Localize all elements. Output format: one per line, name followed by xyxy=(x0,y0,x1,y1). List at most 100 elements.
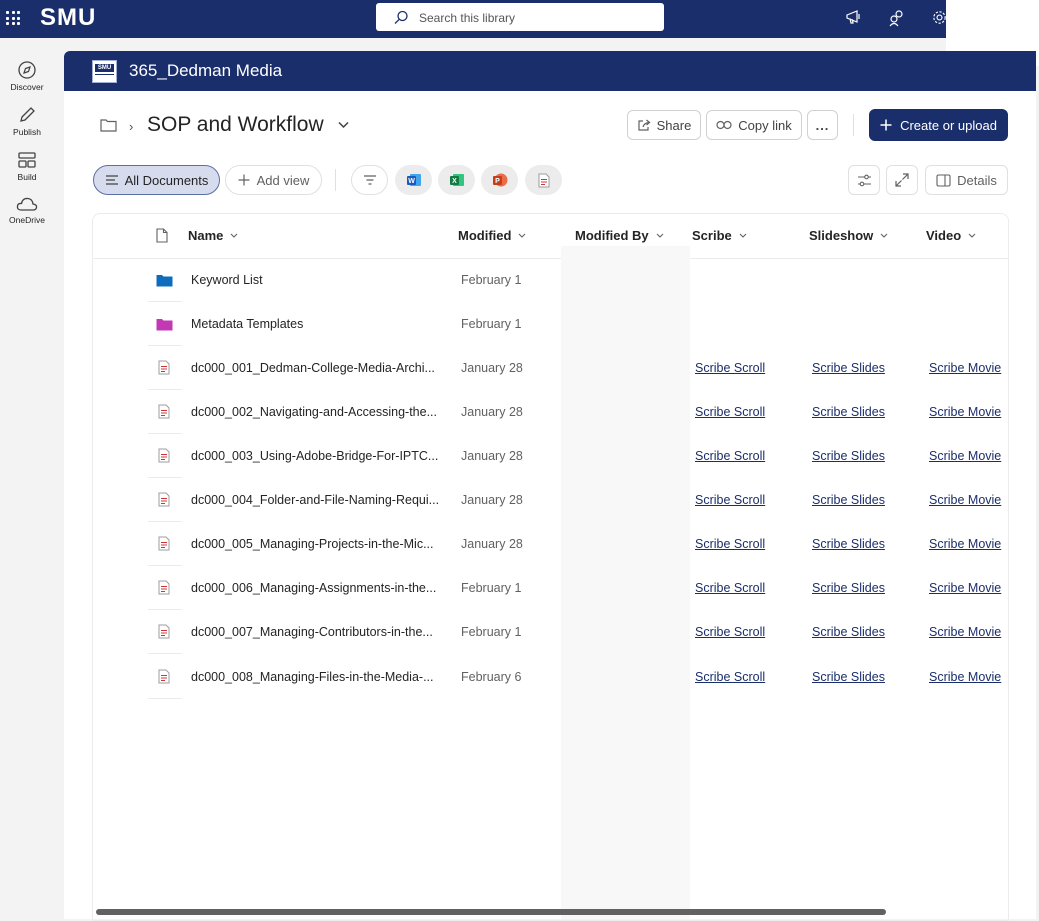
file-name[interactable]: Keyword List xyxy=(191,273,263,287)
copy-link-button[interactable]: Copy link xyxy=(706,110,802,140)
file-name[interactable]: dc000_007_Managing-Contributors-in-the..… xyxy=(191,625,433,639)
fullscreen-button[interactable] xyxy=(886,165,918,195)
rail-item-onedrive[interactable]: OneDrive xyxy=(0,195,54,225)
filter-button[interactable] xyxy=(351,165,388,195)
page-title[interactable]: SOP and Workflow xyxy=(147,113,324,137)
share-people-icon[interactable] xyxy=(888,9,906,27)
file-name[interactable]: dc000_001_Dedman-College-Media-Archi... xyxy=(191,361,435,375)
powerpoint-filter-chip[interactable]: P xyxy=(481,165,518,195)
row-divider xyxy=(148,698,182,699)
scribe-slides-link[interactable]: Scribe Slides xyxy=(812,405,885,419)
sliders-icon xyxy=(857,174,871,186)
file-type-icon[interactable] xyxy=(156,228,168,243)
more-actions-button[interactable]: ... xyxy=(807,110,838,140)
site-logo-text: SMU xyxy=(95,64,114,72)
scribe-slides-link[interactable]: Scribe Slides xyxy=(812,537,885,551)
site-title[interactable]: 365_Dedman Media xyxy=(129,61,282,81)
word-filter-chip[interactable]: W xyxy=(395,165,432,195)
share-button[interactable]: Share xyxy=(627,110,701,140)
scribe-slides-link[interactable]: Scribe Slides xyxy=(812,361,885,375)
scribe-scroll-link[interactable]: Scribe Scroll xyxy=(695,581,765,595)
file-name[interactable]: dc000_006_Managing-Assignments-in-the... xyxy=(191,581,436,595)
rail-item-discover[interactable]: Discover xyxy=(0,60,54,92)
layout-icon xyxy=(18,152,36,168)
app-bar: Discover Publish Build OneDrive xyxy=(0,38,54,919)
add-view-button[interactable]: Add view xyxy=(225,165,322,195)
view-all-documents[interactable]: All Documents xyxy=(93,165,220,195)
header-label: Slideshow xyxy=(809,228,874,243)
scribe-slides-link[interactable]: Scribe Slides xyxy=(812,670,885,684)
file-name[interactable]: dc000_008_Managing-Files-in-the-Media-..… xyxy=(191,670,434,684)
search-icon xyxy=(394,10,408,24)
pdf-icon xyxy=(158,536,170,551)
scribe-scroll-link[interactable]: Scribe Scroll xyxy=(695,625,765,639)
scribe-scroll-link[interactable]: Scribe Scroll xyxy=(695,405,765,419)
compass-icon xyxy=(18,61,36,79)
scribe-movie-link[interactable]: Scribe Movie xyxy=(929,537,1001,551)
scribe-slides-link[interactable]: Scribe Slides xyxy=(812,493,885,507)
details-pane-button[interactable]: Details xyxy=(925,165,1008,195)
file-name[interactable]: dc000_005_Managing-Projects-in-the-Mic..… xyxy=(191,537,434,551)
scribe-movie-link[interactable]: Scribe Movie xyxy=(929,361,1001,375)
app-launcher-icon[interactable] xyxy=(6,11,20,25)
search-box[interactable]: Search this library xyxy=(376,3,664,31)
share-icon xyxy=(638,119,651,131)
suite-header: SMU Search this library xyxy=(0,0,946,38)
list-icon xyxy=(105,175,118,185)
scribe-scroll-link[interactable]: Scribe Scroll xyxy=(695,361,765,375)
search-input[interactable]: Search this library xyxy=(419,11,515,25)
modified-date: February 1 xyxy=(461,317,522,331)
file-name[interactable]: dc000_002_Navigating-and-Accessing-the..… xyxy=(191,405,437,419)
column-header-scribe[interactable]: Scribe xyxy=(692,228,747,243)
scribe-movie-link[interactable]: Scribe Movie xyxy=(929,670,1001,684)
scribe-scroll-link[interactable]: Scribe Scroll xyxy=(695,449,765,463)
chevron-down-icon xyxy=(739,233,747,238)
file-name[interactable]: dc000_004_Folder-and-File-Naming-Requi..… xyxy=(191,493,439,507)
scribe-slides-link[interactable]: Scribe Slides xyxy=(812,625,885,639)
file-name[interactable]: Metadata Templates xyxy=(191,317,303,331)
scribe-movie-link[interactable]: Scribe Movie xyxy=(929,625,1001,639)
scribe-movie-link[interactable]: Scribe Movie xyxy=(929,581,1001,595)
horizontal-scrollbar[interactable] xyxy=(96,909,886,915)
add-view-label: Add view xyxy=(256,172,310,188)
megaphone-icon[interactable] xyxy=(845,9,863,25)
rail-item-publish[interactable]: Publish xyxy=(0,105,54,137)
scribe-scroll-link[interactable]: Scribe Scroll xyxy=(695,493,765,507)
share-label: Share xyxy=(656,117,692,133)
view-settings-button[interactable] xyxy=(848,165,880,195)
scribe-slides-link[interactable]: Scribe Slides xyxy=(812,449,885,463)
chevron-down-icon xyxy=(519,233,526,238)
link-icon xyxy=(716,120,732,130)
brand-logo[interactable]: SMU xyxy=(40,4,96,32)
modified-date: January 28 xyxy=(461,493,523,507)
scribe-slides-link[interactable]: Scribe Slides xyxy=(812,581,885,595)
site-logo[interactable]: SMU xyxy=(92,60,117,83)
column-header-slideshow[interactable]: Slideshow xyxy=(809,228,888,243)
excel-filter-chip[interactable]: X xyxy=(438,165,475,195)
pdf-filter-chip[interactable] xyxy=(525,165,562,195)
scribe-scroll-link[interactable]: Scribe Scroll xyxy=(695,537,765,551)
modified-date: February 1 xyxy=(461,273,522,287)
header-label: Modified By xyxy=(575,228,649,243)
modified-date: January 28 xyxy=(461,537,523,551)
info-pane-icon xyxy=(936,173,951,187)
chevron-down-icon[interactable] xyxy=(338,121,349,129)
folder-icon[interactable] xyxy=(100,118,117,132)
column-header-name[interactable]: Name xyxy=(188,228,238,243)
scribe-movie-link[interactable]: Scribe Movie xyxy=(929,449,1001,463)
scribe-movie-link[interactable]: Scribe Movie xyxy=(929,493,1001,507)
scribe-movie-link[interactable]: Scribe Movie xyxy=(929,405,1001,419)
column-header-video[interactable]: Video xyxy=(926,228,976,243)
pdf-icon xyxy=(538,173,549,187)
file-name[interactable]: dc000_003_Using-Adobe-Bridge-For-IPTC... xyxy=(191,449,438,463)
column-header-modified[interactable]: Modified xyxy=(458,228,526,243)
site-header: SMU 365_Dedman Media xyxy=(64,51,1036,91)
table-header: Name Modified Modified By Scribe Slidesh… xyxy=(93,214,1008,259)
column-header-modified-by[interactable]: Modified By xyxy=(575,228,664,243)
filter-icon xyxy=(363,175,376,185)
rail-item-build[interactable]: Build xyxy=(0,150,54,182)
scribe-scroll-link[interactable]: Scribe Scroll xyxy=(695,670,765,684)
create-or-upload-button[interactable]: Create or upload xyxy=(869,109,1008,141)
pdf-icon xyxy=(158,360,170,375)
chevron-down-icon xyxy=(968,233,976,238)
